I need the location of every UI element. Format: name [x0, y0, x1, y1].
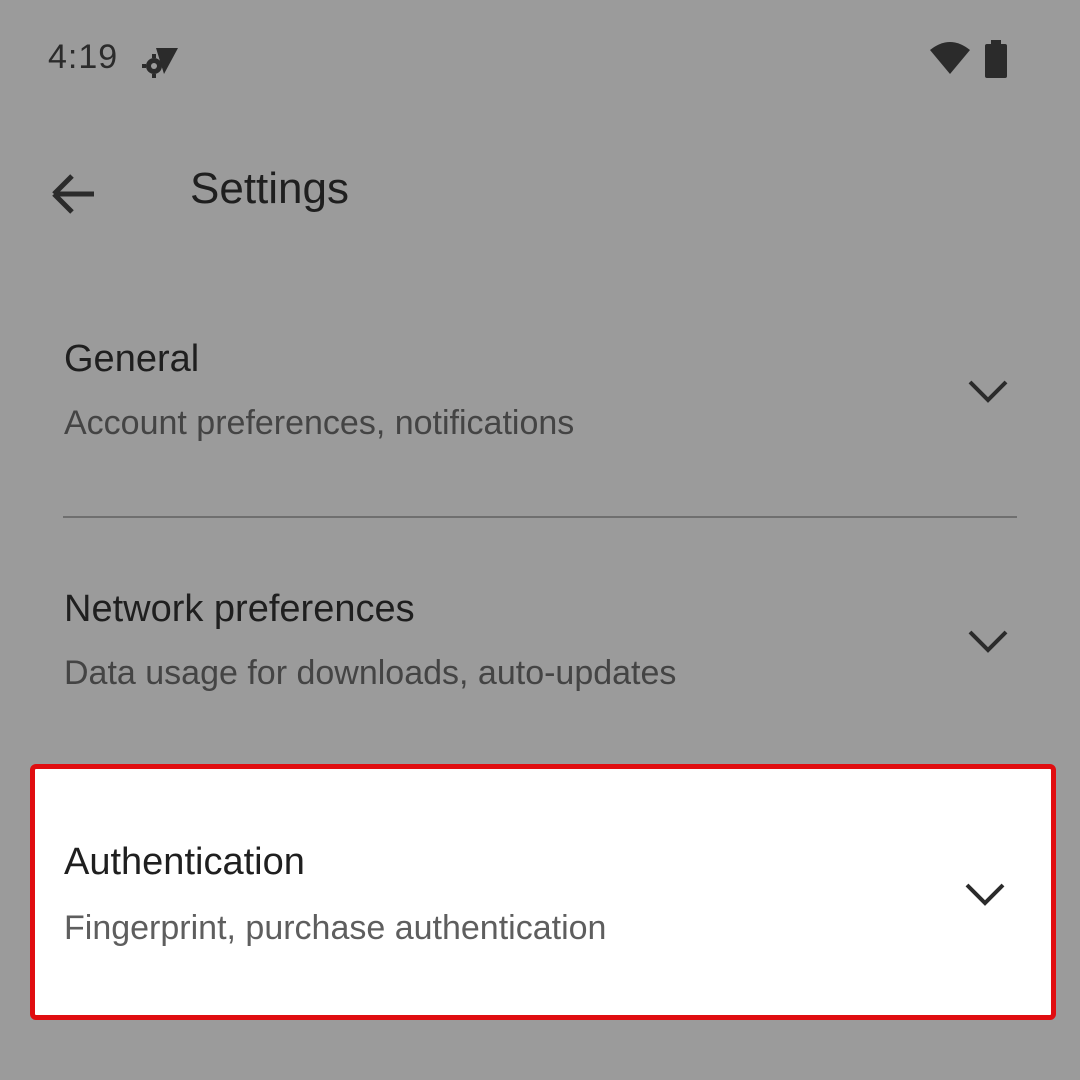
- settings-item-network-preferences[interactable]: Network preferences Data usage for downl…: [0, 550, 1080, 750]
- page-title: Settings: [190, 164, 349, 213]
- settings-item-subtitle: Fingerprint, purchase authentication: [64, 909, 607, 947]
- settings-item-title: General: [64, 338, 200, 380]
- settings-item-authentication[interactable]: Authentication Fingerprint, purchase aut…: [30, 764, 1056, 1020]
- settings-item-subtitle: Account preferences, notifications: [64, 404, 575, 442]
- settings-item-subtitle: Data usage for downloads, auto-updates: [64, 654, 677, 692]
- arrow-left-icon: [52, 174, 94, 214]
- settings-item-title: Network preferences: [64, 588, 415, 630]
- app-bar: Settings: [0, 140, 1080, 244]
- status-bar: 4:19: [0, 0, 1080, 120]
- settings-item-title: Authentication: [64, 841, 305, 883]
- settings-icon: [142, 48, 178, 78]
- divider: [63, 516, 1017, 518]
- status-time: 4:19: [48, 38, 119, 76]
- chevron-down-icon[interactable]: [964, 376, 1012, 406]
- back-button[interactable]: [40, 160, 108, 228]
- battery-icon: [985, 40, 1007, 78]
- wifi-icon: [930, 42, 970, 74]
- chevron-down-icon[interactable]: [961, 879, 1009, 909]
- settings-item-general[interactable]: General Account preferences, notificatio…: [0, 300, 1080, 500]
- chevron-down-icon[interactable]: [964, 626, 1012, 656]
